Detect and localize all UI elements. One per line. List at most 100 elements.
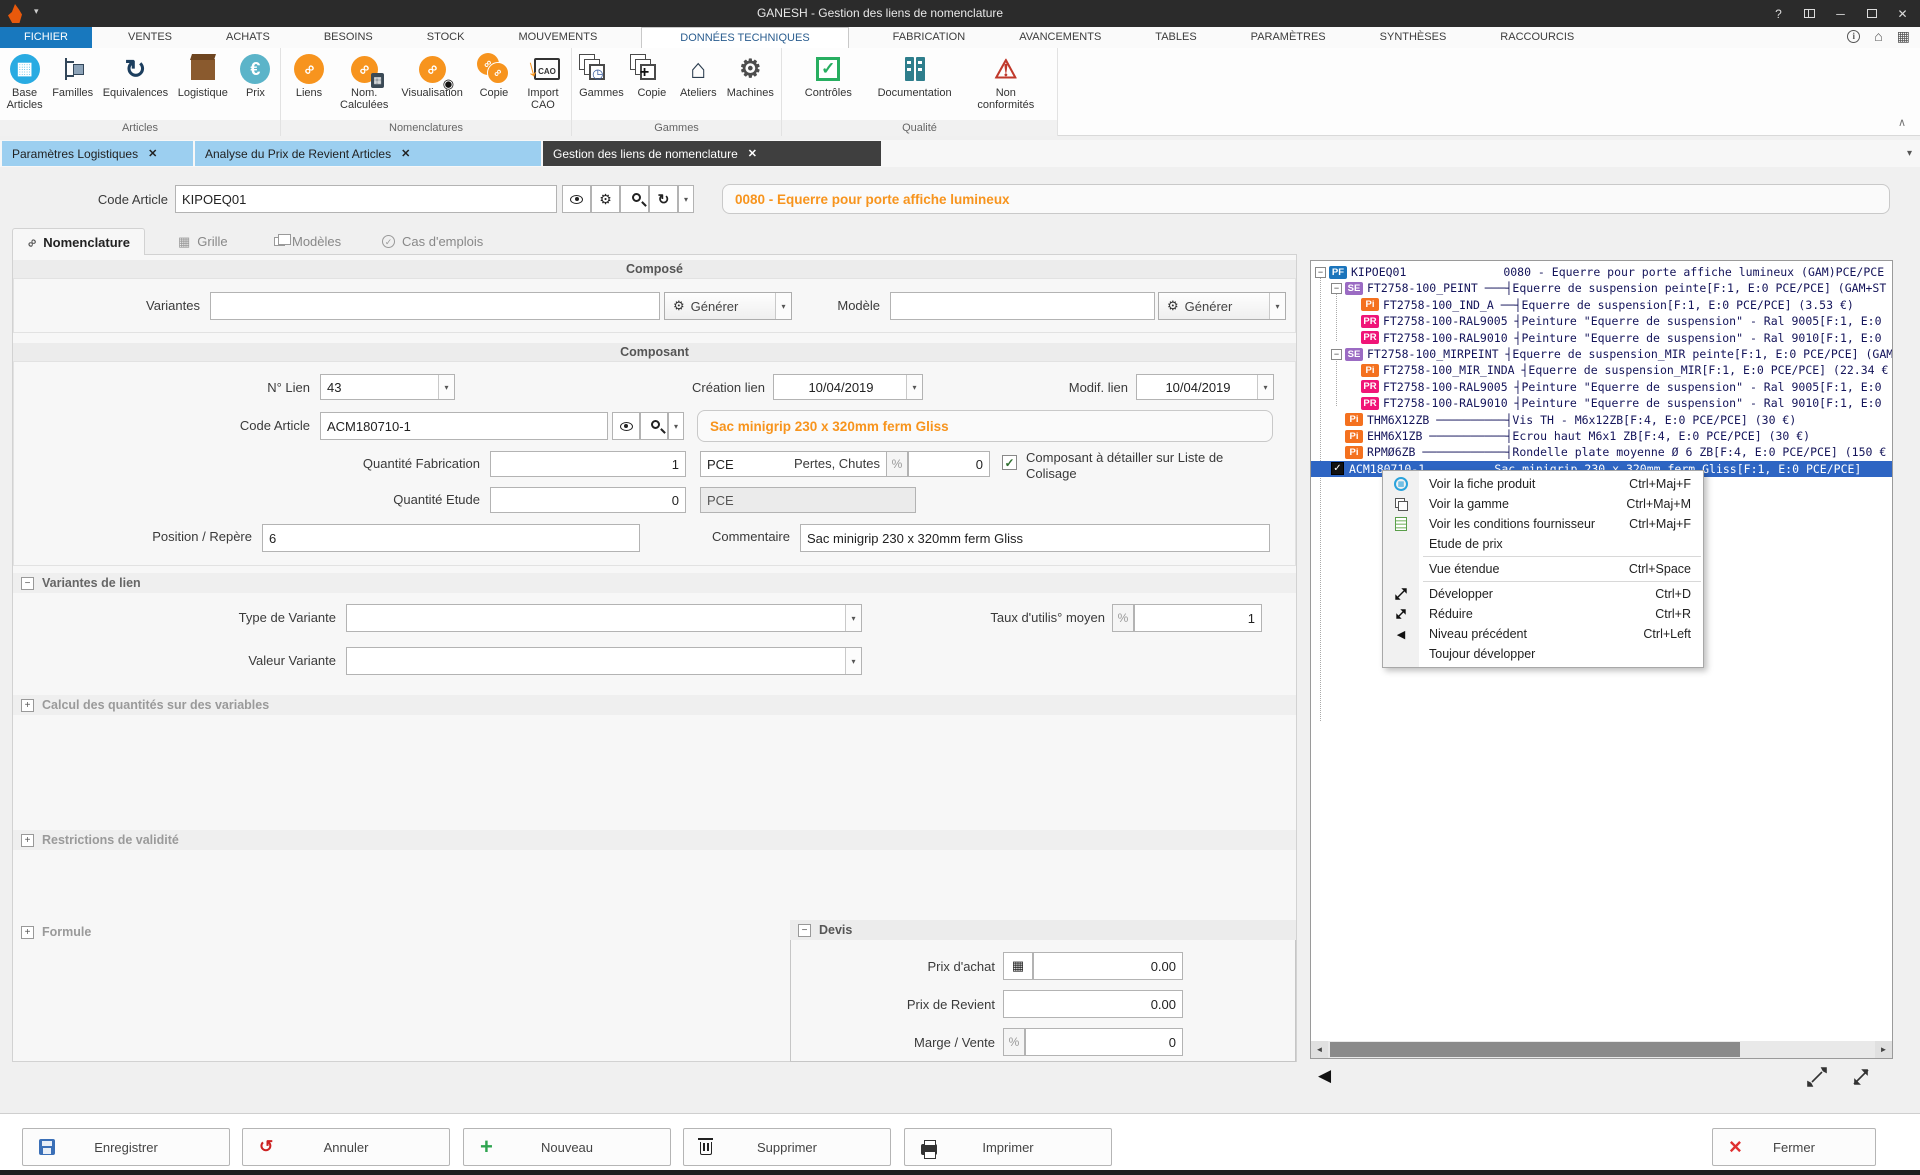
menu-ventes[interactable]: VENTES [118,27,182,48]
prix-achat-input[interactable]: 0.00 [1033,952,1183,980]
menu-item-d-velopper[interactable]: DévelopperCtrl+D [1383,584,1703,604]
commentaire-input[interactable]: Sac minigrip 230 x 320mm ferm Gliss [800,524,1270,552]
tree-expand-icon[interactable]: − [1331,349,1342,360]
dropdown-caret-icon[interactable]: ▾ [1257,375,1273,399]
tree-row[interactable]: PRFT2758-100-RAL9005 ┤Peinture "Equerre … [1311,313,1893,329]
formule-header[interactable]: + Formule [13,922,313,942]
tree-horizontal-scrollbar[interactable]: ◄ ► [1311,1041,1892,1058]
ribbon-copie-gamme-button[interactable]: +Copie [631,51,673,100]
menu-tables[interactable]: TABLES [1145,27,1206,48]
home-icon[interactable]: ⌂ [1874,29,1882,43]
tree-row[interactable]: PiEHM6X1ZB ───────────┤Ecrou haut M6x1 Z… [1311,428,1893,444]
enregistrer-button[interactable]: Enregistrer [22,1128,230,1166]
ribbon-equivalences-button[interactable]: ↻Equivalences [100,51,171,100]
ribbon-copie-nomenclature-button[interactable]: ∞∞Copie [473,51,515,100]
minimize-button[interactable]: ─ [1825,0,1856,27]
menu-param-tres[interactable]: PARAMÈTRES [1241,27,1336,48]
tab-grille[interactable]: ▦Grille [164,228,242,255]
menu-item-voir-la-gamme[interactable]: Voir la gammeCtrl+Maj+M [1383,494,1703,514]
annuler-button[interactable]: ↺Annuler [242,1128,450,1166]
ribbon-documentation-button[interactable]: Documentation [875,51,955,100]
menu-item-niveau-pr-c-dent[interactable]: ◀Niveau précédentCtrl+Left [1383,624,1703,644]
menu-item-voir-la-fiche-produit[interactable]: ▦Voir la fiche produitCtrl+Maj+F [1383,474,1703,494]
tree-row[interactable]: PiRPMØ6ZB ────────────┤Rondelle plate mo… [1311,444,1893,460]
nouveau-button[interactable]: +Nouveau [463,1128,671,1166]
variantes-lien-header[interactable]: − Variantes de lien [13,573,1296,593]
search-composant-button[interactable] [640,412,668,440]
help-button[interactable]: ? [1763,0,1794,27]
devis-header[interactable]: − Devis [790,920,1296,940]
menu-item-r-duire[interactable]: RéduireCtrl+R [1383,604,1703,624]
scrollbar-thumb[interactable] [1330,1042,1740,1057]
tree-row[interactable]: PiFT2758-100_MIR_INDA ┤Equerre de suspen… [1311,362,1893,378]
ribbon-prix-button[interactable]: €Prix [234,51,276,100]
tree-row[interactable]: PiFT2758-100_IND_A ──┤Equerre de suspens… [1311,297,1893,313]
menu-item-toujour-d-velopper[interactable]: Toujour développer [1383,644,1703,664]
tree-row-checkbox[interactable]: ✓ [1331,462,1344,475]
panel-toggle-button[interactable] [1794,0,1825,27]
settings-button[interactable]: ⚙ [591,185,620,213]
modele-input[interactable] [890,292,1155,320]
doc-tab-analyse-du-prix-de-revient-articles[interactable]: Analyse du Prix de Revient Articles✕ [195,141,541,166]
menu-item-voir-les-conditions-fournisseur[interactable]: Voir les conditions fournisseurCtrl+Maj+… [1383,514,1703,534]
tree-row[interactable]: PRFT2758-100-RAL9005 ┤Peinture "Equerre … [1311,379,1893,395]
collapse-minus-icon[interactable]: − [21,577,34,590]
tree-row[interactable]: PRFT2758-100-RAL9010 ┤Peinture "Equerre … [1311,395,1893,411]
tree-row[interactable]: −SEFT2758-100_PEINT ───┤Equerre de suspe… [1311,280,1893,296]
generer-modele-button[interactable]: ⚙Générer▾ [1158,292,1286,320]
tabbar-overflow-icon[interactable]: ▾ [1907,148,1912,159]
tab-mod-les[interactable]: Modèles [260,228,355,255]
view-composant-button[interactable] [612,412,640,440]
menu-donn-es-techniques[interactable]: DONNÉES TECHNIQUES [641,27,848,48]
ribbon-liens-button[interactable]: ∞Liens [288,51,330,100]
dropdown-caret-icon[interactable]: ▾ [775,293,791,319]
ribbon-logistique-button[interactable]: Logistique [175,51,231,100]
dropdown-caret-icon[interactable]: ▾ [1269,293,1285,319]
tree-expand-icon[interactable]: − [1315,267,1326,278]
composant-code-article-input[interactable]: ACM180710-1 [320,412,608,440]
refresh-dropdown-button[interactable]: ▾ [678,185,694,213]
colisage-checkbox[interactable]: ✓ [1002,455,1017,470]
ribbon-familles-button[interactable]: Familles [49,51,96,100]
reduce-view-icon[interactable] [1850,1066,1872,1088]
num-lien-combo[interactable]: 43▾ [320,374,455,400]
menu-item-etude-de-prix[interactable]: Etude de prix [1383,534,1703,554]
modif-lien-combo[interactable]: 10/04/2019▾ [1136,374,1274,400]
tab-close-icon[interactable]: ✕ [748,147,757,160]
menu-mouvements[interactable]: MOUVEMENTS [508,27,607,48]
ribbon-machines-button[interactable]: ⚙Machines [724,51,777,100]
restrictions-validite-header[interactable]: + Restrictions de validité [13,830,1296,850]
menu-item-vue-tendue[interactable]: Vue étendueCtrl+Space [1383,559,1703,579]
tree-row[interactable]: PRFT2758-100-RAL9010 ┤Peinture "Equerre … [1311,330,1893,346]
prix-revient-input[interactable]: 0.00 [1003,990,1183,1018]
taux-utilisation-input[interactable]: 1 [1134,604,1262,632]
variantes-input[interactable] [210,292,660,320]
qte-etude-input[interactable]: 0 [490,487,686,513]
menu-fabrication[interactable]: FABRICATION [883,27,976,48]
generer-variantes-button[interactable]: ⚙Générer▾ [664,292,792,320]
menu-raccourcis[interactable]: RACCOURCIS [1490,27,1584,48]
tab-cas-d-emplois[interactable]: ✓Cas d'emplois [368,228,497,255]
dropdown-caret-icon[interactable]: ▾ [906,375,922,399]
ribbon-import-cao-button[interactable]: ↓CAOImport CAO [522,51,564,112]
expand-plus-icon[interactable]: + [21,834,34,847]
search-dropdown-button[interactable]: ▾ [668,412,684,440]
dropdown-caret-icon[interactable]: ▾ [438,375,454,399]
ribbon-gammes-button[interactable]: ◷Gammes [576,51,627,100]
supprimer-button[interactable]: Supprimer [683,1128,891,1166]
type-variante-combo[interactable]: ▾ [346,604,862,632]
tree-row[interactable]: PiTHM6X12ZB ──────────┤Vis TH - M6x12ZB[… [1311,412,1893,428]
fermer-button[interactable]: ×Fermer [1712,1128,1876,1166]
ribbon-base-articles-button[interactable]: ▦Base Articles [4,51,46,112]
grid-icon[interactable]: ▦ [1897,29,1910,43]
dropdown-caret-icon[interactable]: ▾ [845,605,861,631]
imprimer-button[interactable]: Imprimer [904,1128,1112,1166]
view-article-button[interactable] [562,185,591,213]
menu-synth-ses[interactable]: SYNTHÈSES [1370,27,1457,48]
code-article-input[interactable]: KIPOEQ01 [175,185,557,213]
expand-view-icon[interactable] [1806,1066,1828,1088]
maximize-button[interactable] [1856,0,1887,27]
tree-row[interactable]: −PFKIPOEQ01 0080 - Equerre pour porte af… [1311,264,1893,280]
ribbon-ateliers-button[interactable]: ⌂Ateliers [677,51,720,100]
scroll-right-icon[interactable]: ► [1875,1041,1892,1058]
